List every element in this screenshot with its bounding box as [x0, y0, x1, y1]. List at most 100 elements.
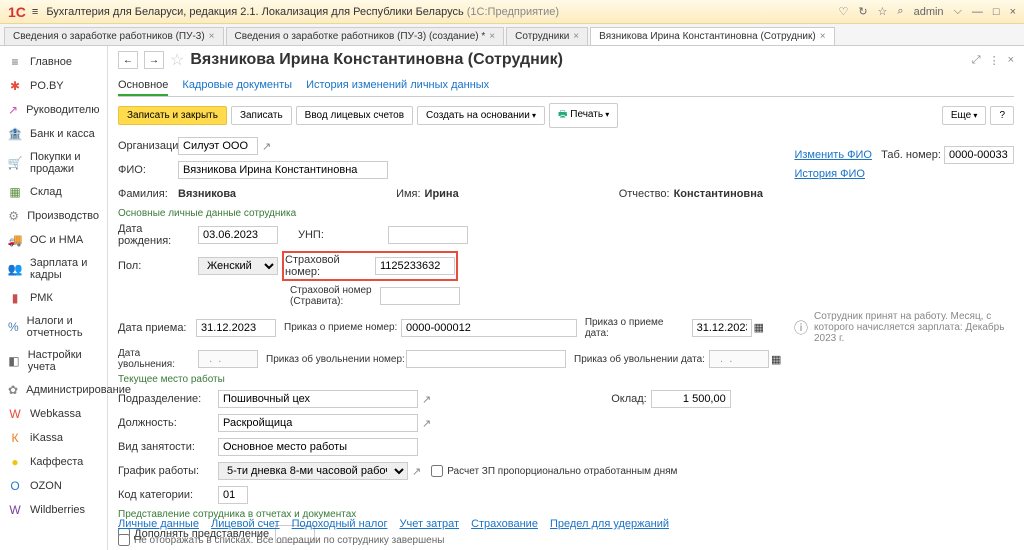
calendar-icon[interactable]: ▦ — [754, 321, 764, 334]
print-button[interactable]: 🖶 Печать — [549, 103, 618, 128]
sidebar-item-10[interactable]: %Налоги и отчетность — [0, 310, 107, 344]
fio-input[interactable] — [178, 161, 388, 179]
more-button[interactable]: Еще — [942, 106, 987, 125]
dismiss-date-input[interactable] — [198, 350, 258, 368]
sidebar-icon: W — [8, 407, 22, 421]
category-input[interactable] — [218, 486, 248, 504]
tab-3[interactable]: Вязникова Ирина Константиновна (Сотрудни… — [590, 27, 834, 45]
sidebar-item-9[interactable]: ▮РМК — [0, 286, 107, 310]
sidebar-item-2[interactable]: ↗ Руководителю — [0, 98, 107, 122]
dismiss-order-date-input[interactable] — [709, 350, 769, 368]
info-icon: ⓘ — [794, 318, 808, 338]
create-based-button[interactable]: Создать на основании — [417, 106, 545, 125]
hire-date-input[interactable] — [196, 319, 276, 337]
sidebar: ≡Главное✱PO.BY ↗ Руководителю 🏦Банк и касса… — [0, 46, 108, 550]
change-fio-link[interactable]: Изменить ФИО — [794, 149, 872, 161]
expand-icon[interactable]: ⤢ — [972, 54, 981, 67]
open-icon[interactable]: ↗ — [422, 417, 431, 430]
footer-link-1[interactable]: Лицевой счет — [211, 518, 280, 530]
sidebar-item-16[interactable]: OOZON — [0, 474, 107, 498]
bell-icon[interactable]: ♡ — [838, 5, 848, 18]
sidebar-icon: ↗ — [8, 103, 18, 117]
hire-order-date-input[interactable] — [692, 319, 752, 337]
minimize-icon[interactable]: — — [972, 6, 983, 18]
history-fio-link[interactable]: История ФИО — [794, 168, 865, 180]
forward-button[interactable]: → — [144, 51, 164, 69]
footer-link-3[interactable]: Учет затрат — [400, 518, 460, 530]
close-icon[interactable]: × — [209, 31, 215, 42]
sidebar-item-17[interactable]: WWildberries — [0, 498, 107, 522]
sidebar-item-13[interactable]: WWebkassa — [0, 402, 107, 426]
sidebar-label: Руководителю — [26, 104, 99, 116]
sidebar-label: PO.BY — [30, 80, 64, 92]
search-icon[interactable]: ⌕ — [897, 5, 903, 18]
close-icon[interactable]: × — [489, 31, 495, 42]
close-icon[interactable]: × — [573, 31, 579, 42]
favorite-icon[interactable]: ☆ — [170, 50, 184, 70]
sidebar-item-6[interactable]: ⚙Производство — [0, 204, 107, 228]
close-icon[interactable]: × — [820, 31, 826, 42]
sidebar-item-8[interactable]: 👥Зарплата и кадры — [0, 252, 107, 286]
subtab-history[interactable]: История изменений личных данных — [306, 76, 489, 96]
user-label[interactable]: admin — [914, 6, 944, 18]
help-button[interactable]: ? — [990, 106, 1014, 125]
sidebar-item-15[interactable]: ●Каффеста — [0, 450, 107, 474]
org-open-icon[interactable]: ↗ — [262, 140, 271, 153]
gender-select[interactable]: Женский — [198, 257, 278, 275]
footer-link-0[interactable]: Личные данные — [118, 518, 199, 530]
accounts-button[interactable]: Ввод лицевых счетов — [296, 106, 413, 125]
save-close-button[interactable]: Записать и закрыть — [118, 106, 227, 125]
sidebar-item-12[interactable]: ✿Администрирование — [0, 378, 107, 402]
hide-checkbox[interactable] — [118, 534, 130, 546]
open-icon[interactable]: ↗ — [422, 393, 431, 406]
org-input[interactable] — [178, 137, 258, 155]
tabnum-input[interactable] — [944, 146, 1014, 164]
save-button[interactable]: Записать — [231, 106, 292, 125]
sidebar-label: РМК — [30, 292, 53, 304]
birthdate-input[interactable] — [198, 226, 278, 244]
more-icon[interactable]: ⋮ — [989, 54, 1000, 67]
subtab-docs[interactable]: Кадровые документы — [182, 76, 292, 96]
subtab-main[interactable]: Основное — [118, 76, 168, 96]
employment-input[interactable] — [218, 438, 418, 456]
position-input[interactable] — [218, 414, 418, 432]
unp-input[interactable] — [388, 226, 468, 244]
sidebar-item-11[interactable]: ◧Настройки учета — [0, 344, 107, 378]
footer-link-5[interactable]: Предел для удержаний — [550, 518, 669, 530]
dismiss-order-input[interactable] — [406, 350, 566, 368]
sidebar-icon: 🏦 — [8, 127, 22, 141]
caron-icon[interactable]: ⌵ — [954, 5, 962, 18]
calendar-icon[interactable]: ▦ — [771, 353, 781, 366]
back-button[interactable]: ← — [118, 51, 138, 69]
tab-2[interactable]: Сотрудники× — [506, 27, 588, 45]
maximize-icon[interactable]: □ — [993, 6, 1000, 18]
schedule-select[interactable]: 5-ти дневка 8-ми часовой рабочий день — [218, 462, 408, 480]
right-panel: Изменить ФИО Таб. номер: История ФИО — [794, 146, 1014, 180]
sidebar-item-5[interactable]: ▦Склад — [0, 180, 107, 204]
close-form-icon[interactable]: × — [1008, 54, 1014, 67]
sidebar-item-7[interactable]: 🚚ОС и НМА — [0, 228, 107, 252]
open-icon[interactable]: ↗ — [412, 465, 421, 478]
tab-1[interactable]: Сведения о заработке работников (ПУ-3) (… — [226, 27, 505, 45]
employment-label: Вид занятости: — [118, 441, 218, 453]
salary-input[interactable] — [651, 390, 731, 408]
hire-order-input[interactable] — [401, 319, 577, 337]
dismiss-date-label: Дата увольнения: — [118, 348, 198, 370]
star-icon[interactable]: ☆ — [878, 5, 888, 18]
footer-link-4[interactable]: Страхование — [471, 518, 538, 530]
close-icon[interactable]: × — [1010, 6, 1016, 18]
sidebar-item-1[interactable]: ✱PO.BY — [0, 74, 107, 98]
insurance-stravita-input[interactable] — [380, 287, 460, 305]
sidebar-item-3[interactable]: 🏦Банк и касса — [0, 122, 107, 146]
burger-icon[interactable]: ≡ — [32, 6, 38, 18]
history-icon[interactable]: ↻ — [858, 5, 867, 18]
tab-0[interactable]: Сведения о заработке работников (ПУ-3)× — [4, 27, 224, 45]
toolbar: Записать и закрыть Записать Ввод лицевых… — [118, 103, 1014, 128]
sidebar-item-0[interactable]: ≡Главное — [0, 50, 107, 74]
insurance-input[interactable] — [375, 257, 455, 275]
department-input[interactable] — [218, 390, 418, 408]
sidebar-item-14[interactable]: КiKassa — [0, 426, 107, 450]
sidebar-item-4[interactable]: 🛒Покупки и продажи — [0, 146, 107, 180]
proportional-checkbox[interactable] — [431, 465, 443, 477]
footer-link-2[interactable]: Подоходный налог — [292, 518, 388, 530]
